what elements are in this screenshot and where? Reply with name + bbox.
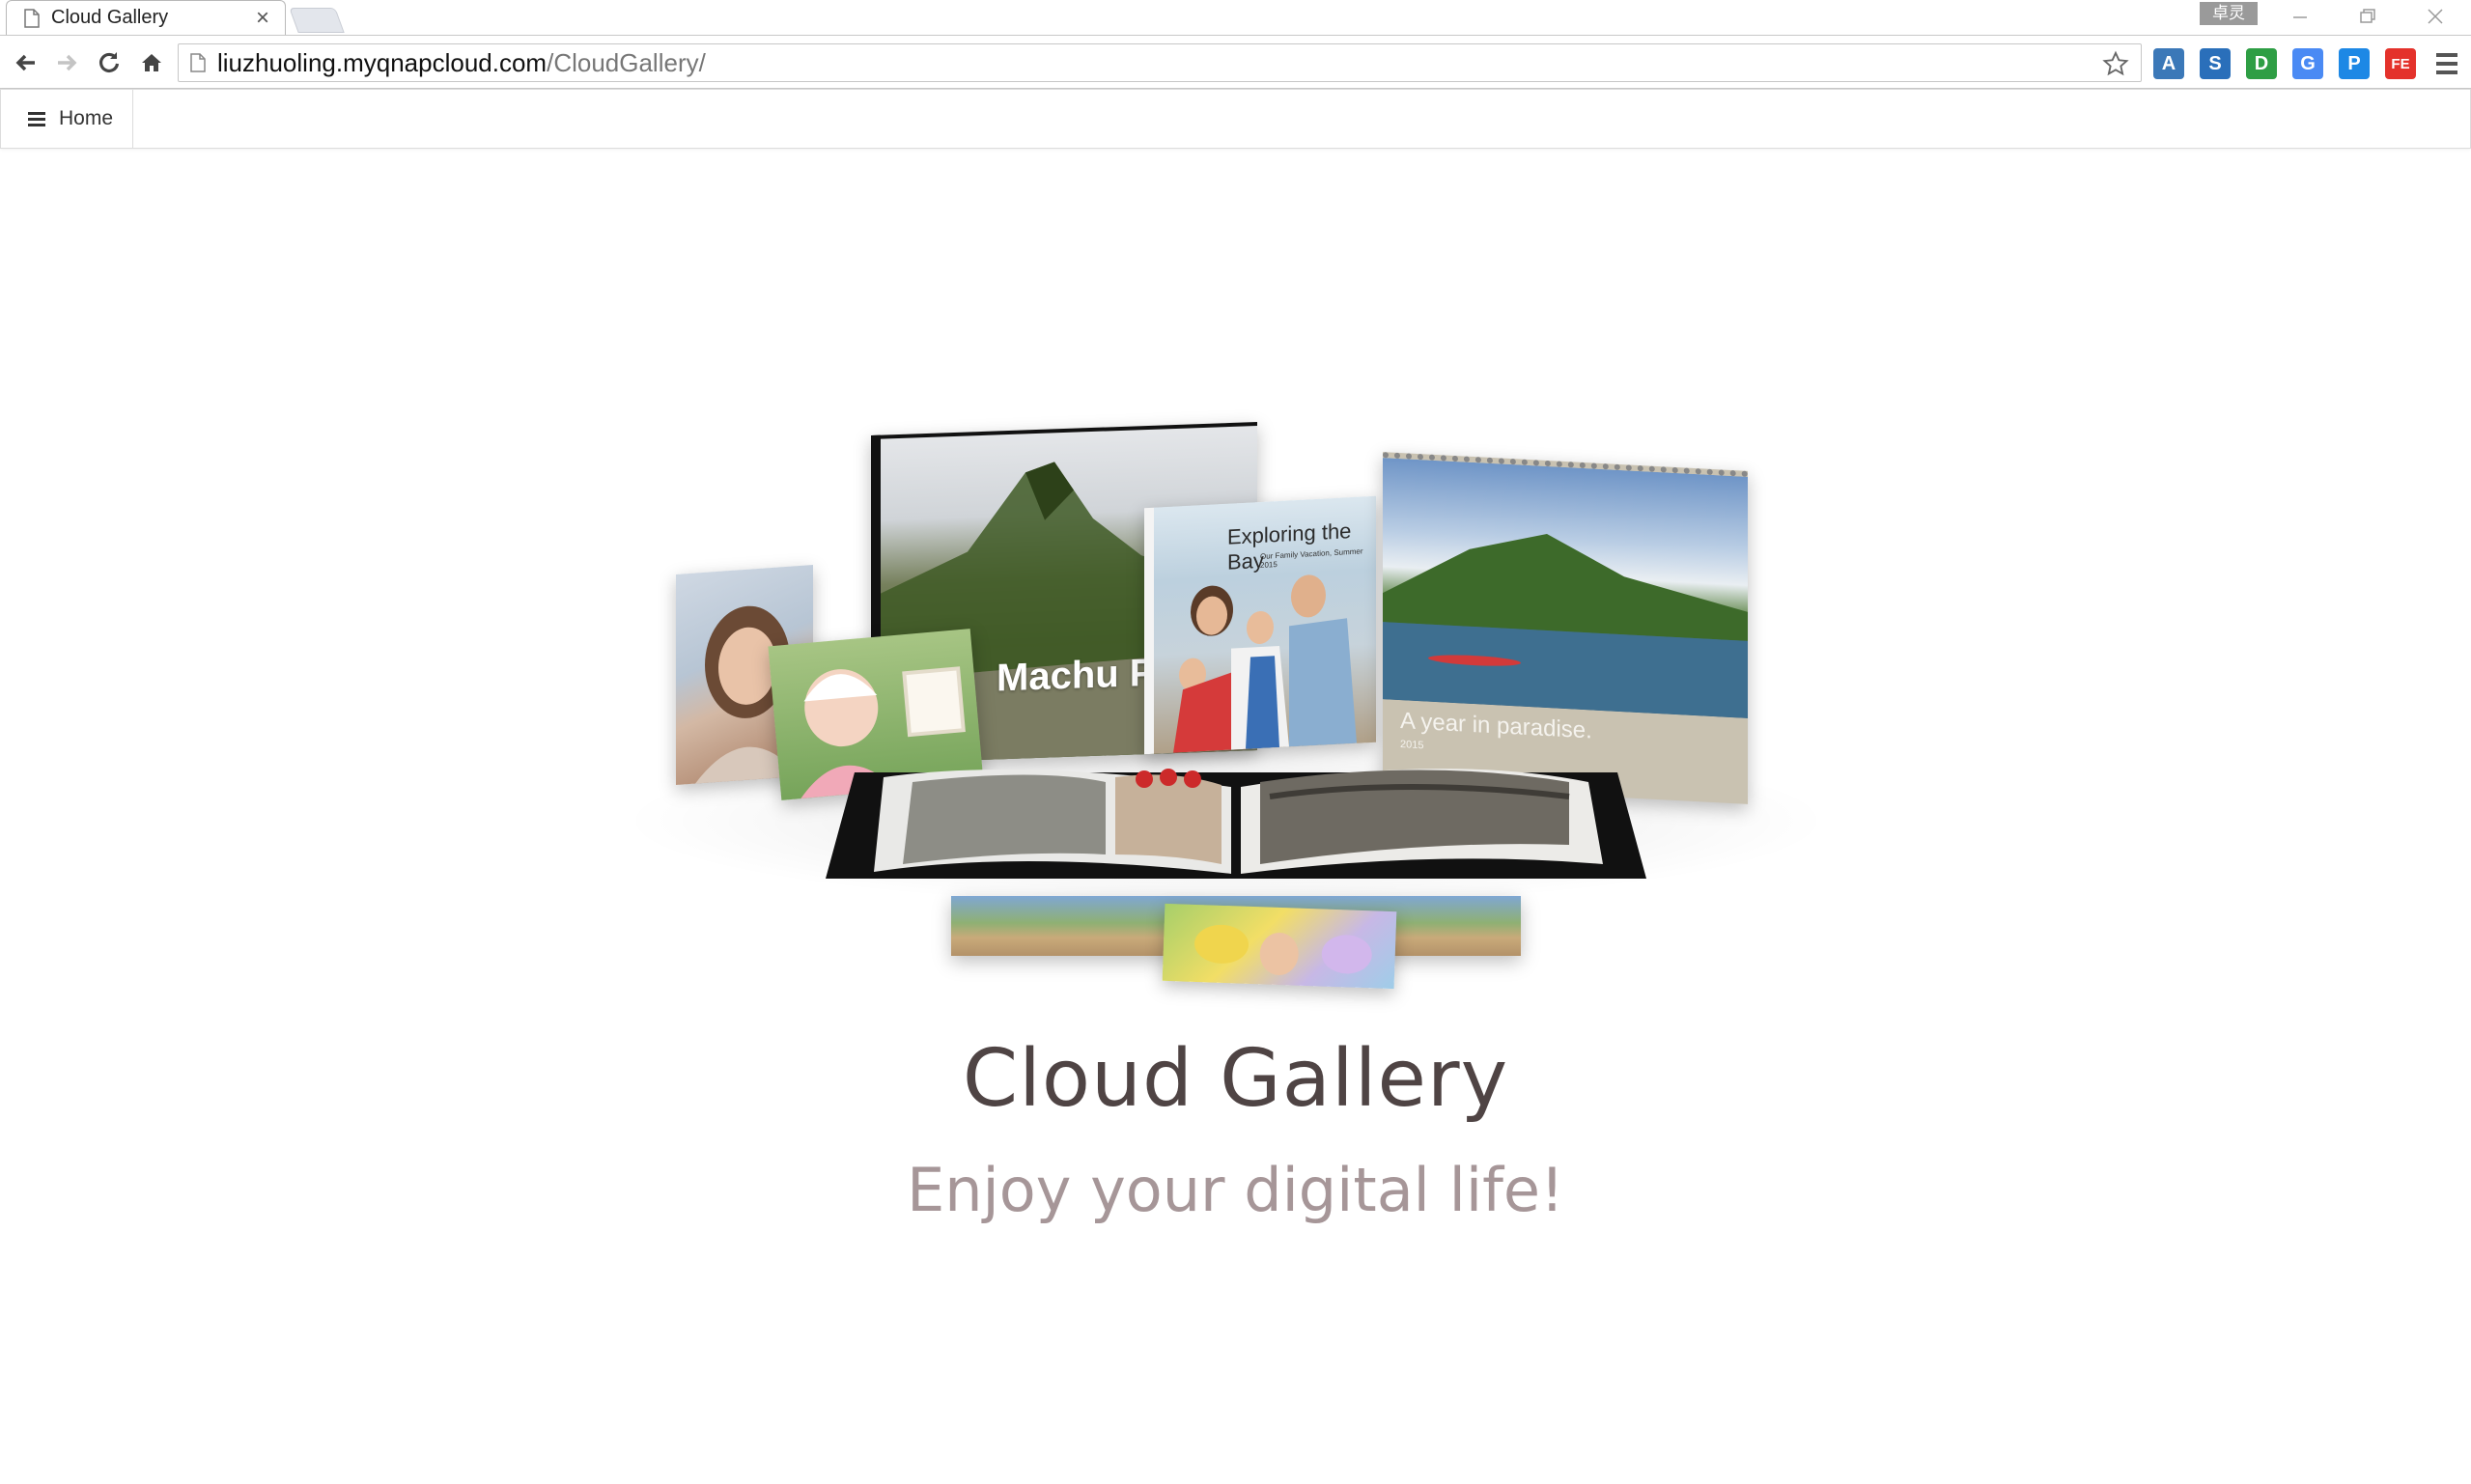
- home-button[interactable]: [133, 45, 170, 80]
- page-title: Cloud Gallery: [962, 1033, 1509, 1125]
- home-label: Home: [59, 107, 114, 129]
- site-navbar: Home: [0, 89, 2471, 149]
- s-ext-icon[interactable]: S: [2200, 48, 2231, 79]
- restore-icon[interactable]: [2341, 0, 2395, 33]
- close-window-icon[interactable]: [2408, 0, 2462, 33]
- back-arrow-icon: [15, 54, 35, 71]
- home-icon: [142, 54, 161, 71]
- calendar-caption: A year in paradise.: [1400, 708, 1592, 744]
- children-illustration: [1194, 924, 1372, 975]
- back-button[interactable]: [8, 45, 44, 80]
- reload-icon: [98, 52, 120, 73]
- calendar-photo: [1383, 458, 1748, 718]
- reload-button[interactable]: [91, 45, 127, 80]
- hero-product-collage: Machu P Exploring the Bay Our Family Vac…: [618, 415, 1854, 994]
- fe-ext-icon[interactable]: FE: [2385, 48, 2416, 79]
- green-ext-icon[interactable]: D: [2246, 48, 2277, 79]
- page-info-icon[interactable]: [190, 53, 206, 72]
- browser-tab-strip: Cloud Gallery × 卓灵: [0, 0, 2471, 35]
- new-tab-button[interactable]: [289, 8, 345, 33]
- browser-toolbar: liuzhuoling.myqnapcloud.com/CloudGallery…: [0, 35, 2471, 89]
- hamburger-icon: [28, 111, 45, 126]
- p-ext-icon[interactable]: P: [2339, 48, 2370, 79]
- translate-ext-icon[interactable]: A: [2153, 48, 2184, 79]
- home-nav-button[interactable]: Home: [1, 90, 133, 148]
- google-translate-icon[interactable]: G: [2292, 48, 2323, 79]
- family-photobook: Exploring the Bay Our Family Vacation, S…: [1144, 495, 1376, 755]
- minimize-icon[interactable]: [2273, 0, 2327, 33]
- forward-arrow-icon: [58, 54, 77, 71]
- page-subtitle: Enjoy your digital life!: [907, 1155, 1564, 1225]
- url-host: liuzhuoling.myqnapcloud.com: [217, 47, 548, 77]
- url-path: /CloudGallery/: [547, 47, 706, 77]
- open-photobook: [826, 758, 1646, 883]
- wall-calendar: A year in paradise. 2015: [1383, 452, 1748, 804]
- close-tab-icon[interactable]: ×: [250, 5, 275, 31]
- book-cover-text: Machu P: [997, 651, 1156, 700]
- address-bar[interactable]: liuzhuoling.myqnapcloud.com/CloudGallery…: [178, 43, 2142, 82]
- chrome-menu-icon[interactable]: [2431, 48, 2462, 79]
- forward-button[interactable]: [48, 45, 85, 80]
- bookmark-star-icon[interactable]: [2100, 48, 2131, 79]
- tab-title: Cloud Gallery: [51, 7, 169, 28]
- profile-badge[interactable]: 卓灵: [2200, 2, 2258, 25]
- calendar-year: 2015: [1400, 739, 1424, 752]
- page-icon: [24, 8, 40, 28]
- browser-tab[interactable]: Cloud Gallery ×: [6, 0, 286, 35]
- family-illustration: [1173, 574, 1357, 753]
- kids-photo-print: [1162, 903, 1397, 990]
- kayak-illustration: [1383, 534, 1748, 718]
